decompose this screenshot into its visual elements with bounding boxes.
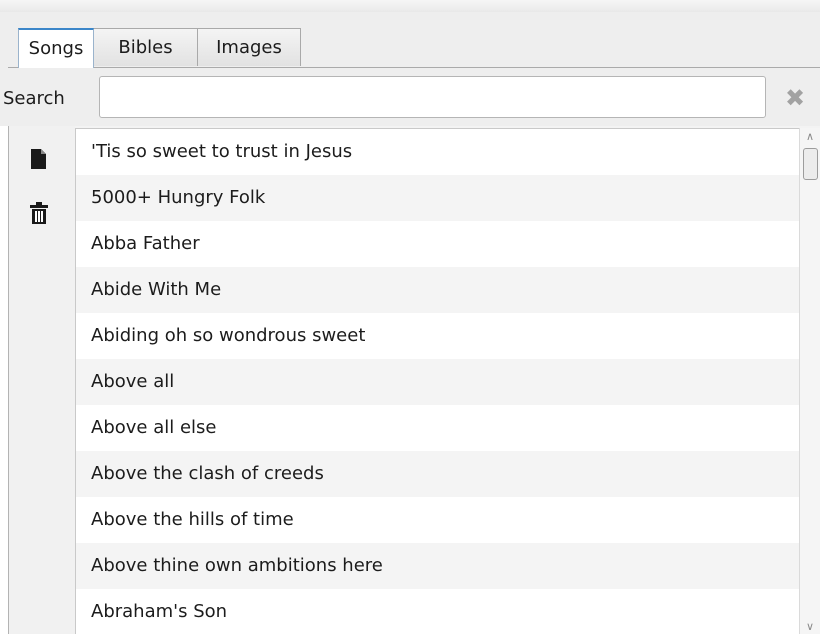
list-item[interactable]: Abba Father xyxy=(76,221,799,267)
document-icon[interactable] xyxy=(29,148,47,170)
window-top-band xyxy=(0,0,820,12)
list-item[interactable]: Abraham's Son xyxy=(76,589,799,634)
list-item[interactable]: Above all xyxy=(76,359,799,405)
scroll-thumb[interactable] xyxy=(803,148,818,180)
list-item[interactable]: 5000+ Hungry Folk xyxy=(76,175,799,221)
list-item[interactable]: Abide With Me xyxy=(76,267,799,313)
scroll-down-arrow-icon[interactable]: ∨ xyxy=(800,620,820,634)
scroll-up-arrow-icon[interactable]: ∧ xyxy=(800,128,820,146)
list-item[interactable]: Above all else xyxy=(76,405,799,451)
search-input[interactable] xyxy=(99,76,766,118)
song-list[interactable]: 'Tis so sweet to trust in Jesus 5000+ Hu… xyxy=(75,128,799,634)
tab-bibles[interactable]: Bibles xyxy=(93,28,198,66)
clear-search-icon[interactable]: ✖ xyxy=(778,82,812,114)
list-item[interactable]: Above the hills of time xyxy=(76,497,799,543)
list-item[interactable]: 'Tis so sweet to trust in Jesus xyxy=(76,129,799,175)
vertical-scrollbar[interactable]: ∧ ∨ xyxy=(799,128,820,634)
list-item[interactable]: Above the clash of creeds xyxy=(76,451,799,497)
trash-icon[interactable] xyxy=(29,202,49,224)
list-item[interactable]: Abiding oh so wondrous sweet xyxy=(76,313,799,359)
left-edge-strip xyxy=(0,126,8,634)
tab-images[interactable]: Images xyxy=(197,28,301,66)
search-label: Search xyxy=(3,88,65,109)
tab-songs[interactable]: Songs xyxy=(18,28,94,68)
list-item[interactable]: Above thine own ambitions here xyxy=(76,543,799,589)
